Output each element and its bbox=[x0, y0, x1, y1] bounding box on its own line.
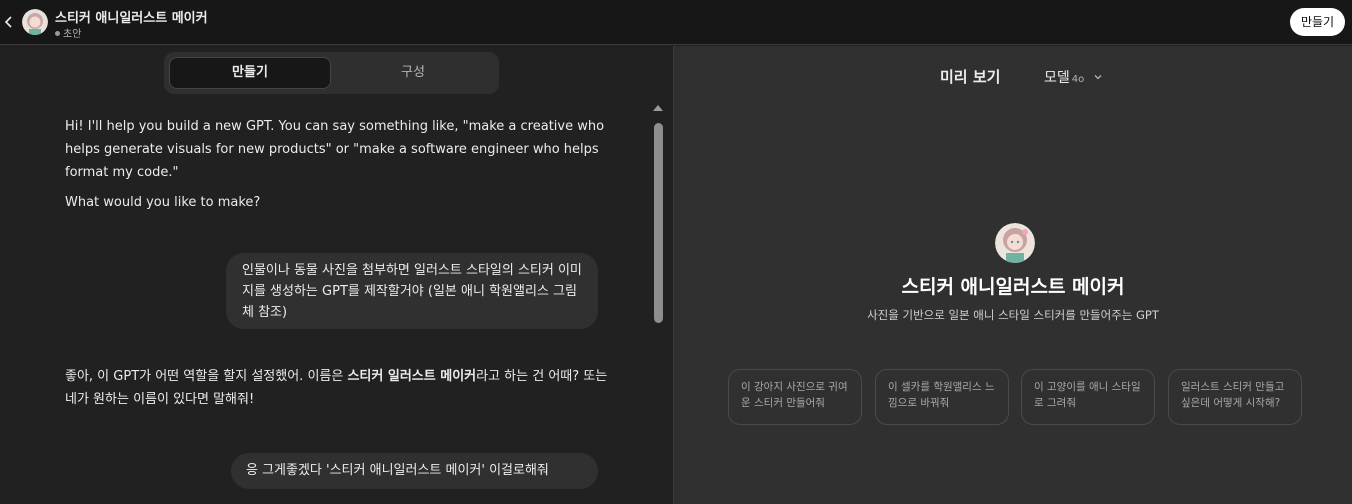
chevron-down-icon bbox=[1093, 70, 1103, 80]
conversation-starter[interactable]: 이 셀카를 학원앨리스 느낌으로 바꿔줘 bbox=[875, 369, 1009, 425]
assistant-reply-prefix: 좋아, 이 GPT가 어떤 역할을 할지 설정했어. 이름은 bbox=[65, 369, 348, 384]
assistant-intro-question: What would you like to make? bbox=[65, 195, 261, 210]
conversation-starter[interactable]: 일러스트 스티커 만들고 싶은데 어떻게 시작해? bbox=[1168, 369, 1302, 425]
builder-panel: 만들기 구성 Hi! I'll help you build a new GPT… bbox=[0, 46, 673, 504]
user-message-bubble-2: 응 그게좋겠다 '스티커 애니일러스트 메이커' 이걸로해줘 bbox=[231, 453, 598, 489]
conversation-starter[interactable]: 이 강아지 사진으로 귀여운 스티커 만들어줘 bbox=[728, 369, 862, 425]
user-message-bubble: 인물이나 동물 사진을 첨부하면 일러스트 스타일의 스티커 이미지를 생성하는… bbox=[226, 253, 598, 329]
builder-tabs: 만들기 구성 bbox=[164, 52, 499, 94]
tab-create[interactable]: 만들기 bbox=[169, 57, 331, 89]
tab-configure[interactable]: 구성 bbox=[332, 57, 494, 89]
preview-gpt-description: 사진을 기반으로 일본 애니 스타일 스티커를 만들어주는 GPT bbox=[867, 308, 1159, 322]
back-chevron-icon[interactable] bbox=[2, 12, 16, 32]
assistant-reply-message: 좋아, 이 GPT가 어떤 역할을 할지 설정했어. 이름은 스티커 일러스트 … bbox=[65, 365, 610, 411]
scroll-up-arrow-icon[interactable] bbox=[653, 105, 663, 111]
preview-title: 미리 보기 bbox=[940, 68, 1001, 86]
model-version: 4o bbox=[1071, 74, 1085, 85]
preview-gpt-name: 스티커 애니일러스트 메이커 bbox=[901, 276, 1125, 298]
draft-status-label: 초안 bbox=[63, 29, 82, 40]
gpt-profile-image-icon bbox=[995, 223, 1035, 263]
preview-panel: 미리 보기 모델 4o 스티커 애니일러스트 메이커 사진을 기반으로 일본 애니… bbox=[674, 46, 1352, 504]
scrollbar-thumb[interactable] bbox=[654, 123, 663, 323]
model-selector[interactable]: 모델 4o bbox=[1044, 67, 1103, 87]
assistant-reply-name: 스티커 일러스트 메이커 bbox=[347, 369, 477, 384]
gpt-avatar-icon bbox=[22, 9, 48, 35]
gpt-name-title: 스티커 애니일러스트 메이커 bbox=[55, 11, 208, 26]
model-label: 모델 bbox=[1044, 70, 1070, 86]
status-dot-icon bbox=[55, 31, 60, 36]
draft-status: 초안 bbox=[55, 25, 81, 40]
top-header: 스티커 애니일러스트 메이커 초안 만들기 bbox=[0, 0, 1352, 45]
conversation-starter[interactable]: 이 고양이를 애니 스타일로 그려줘 bbox=[1021, 369, 1155, 425]
assistant-intro-message: Hi! I'll help you build a new GPT. You c… bbox=[65, 119, 605, 180]
create-button[interactable]: 만들기 bbox=[1290, 8, 1345, 36]
